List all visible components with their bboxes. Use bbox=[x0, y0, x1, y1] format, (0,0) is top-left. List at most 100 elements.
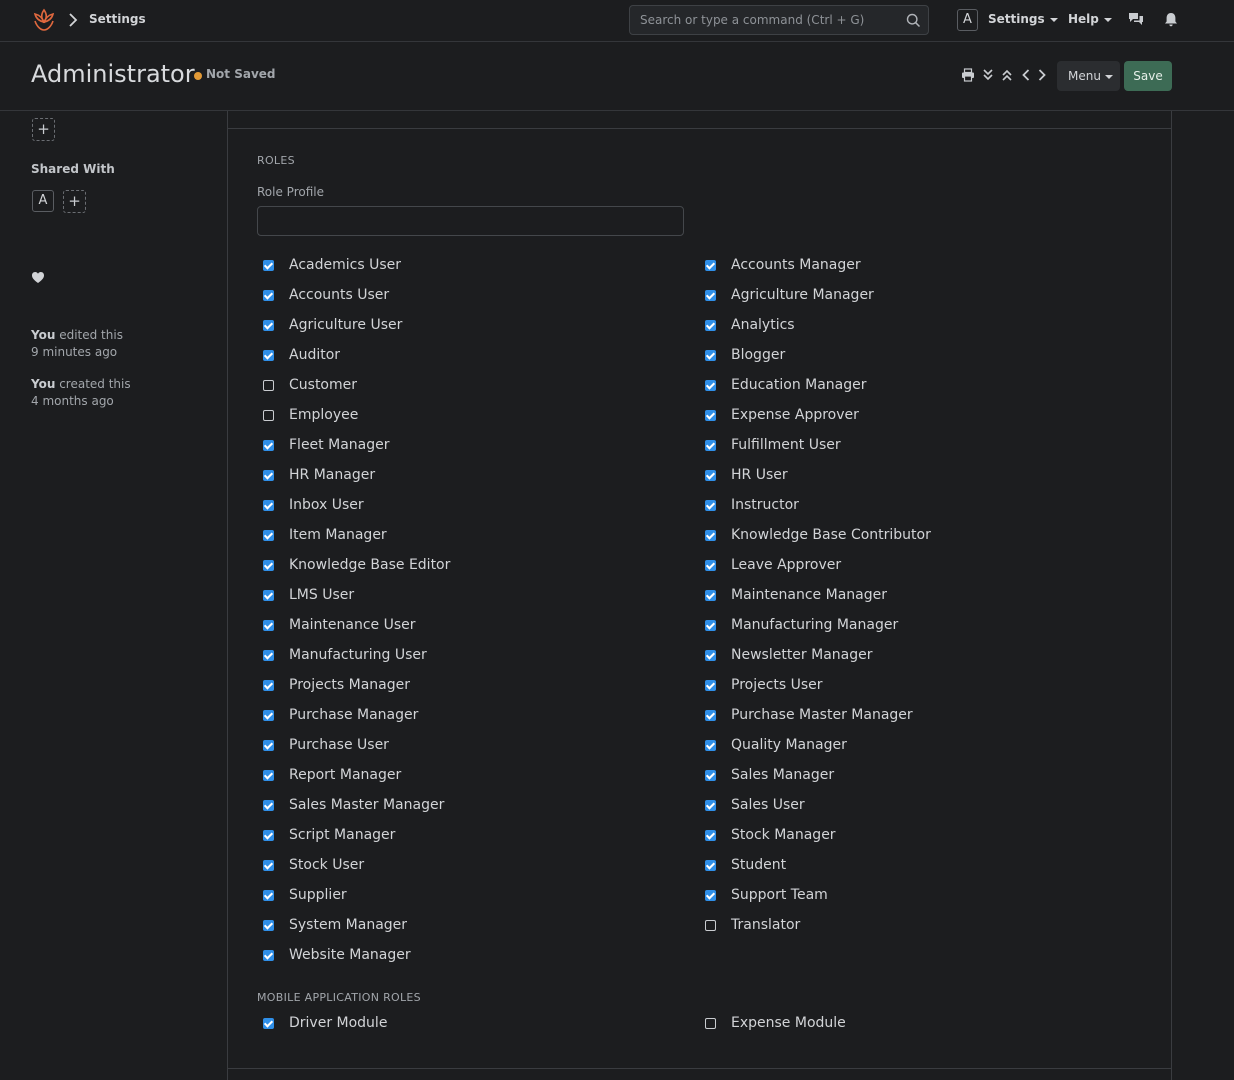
role-checkbox-customer[interactable]: Customer bbox=[263, 375, 357, 395]
role-checkbox-accounts-manager[interactable]: Accounts Manager bbox=[705, 255, 861, 275]
chevron-left-icon[interactable] bbox=[1019, 68, 1033, 82]
checkbox-checked[interactable] bbox=[263, 259, 274, 271]
role-checkbox-system-manager[interactable]: System Manager bbox=[263, 915, 407, 935]
role-checkbox-script-manager[interactable]: Script Manager bbox=[263, 825, 395, 845]
checkbox-checked[interactable] bbox=[263, 589, 274, 601]
role-checkbox-inbox-user[interactable]: Inbox User bbox=[263, 495, 364, 515]
role-checkbox-employee[interactable]: Employee bbox=[263, 405, 358, 425]
role-checkbox-agriculture-user[interactable]: Agriculture User bbox=[263, 315, 402, 335]
checkbox-checked[interactable] bbox=[263, 319, 274, 331]
checkbox-checked[interactable] bbox=[263, 619, 274, 631]
checkbox-unchecked[interactable] bbox=[263, 409, 274, 421]
checkbox-checked[interactable] bbox=[705, 619, 716, 631]
role-checkbox-manufacturing-manager[interactable]: Manufacturing Manager bbox=[705, 615, 898, 635]
role-checkbox-manufacturing-user[interactable]: Manufacturing User bbox=[263, 645, 427, 665]
bell-icon[interactable] bbox=[1164, 12, 1178, 27]
chevron-right-icon[interactable] bbox=[1035, 68, 1049, 82]
checkbox-checked[interactable] bbox=[705, 529, 716, 541]
checkbox-checked[interactable] bbox=[705, 409, 716, 421]
role-profile-input[interactable] bbox=[257, 206, 684, 236]
role-checkbox-student[interactable]: Student bbox=[705, 855, 786, 875]
checkbox-checked[interactable] bbox=[705, 859, 716, 871]
checkbox-checked[interactable] bbox=[705, 649, 716, 661]
role-checkbox-support-team[interactable]: Support Team bbox=[705, 885, 828, 905]
checkbox-checked[interactable] bbox=[705, 439, 716, 451]
role-checkbox-supplier[interactable]: Supplier bbox=[263, 885, 347, 905]
role-checkbox-expense-module[interactable]: Expense Module bbox=[705, 1013, 846, 1033]
role-checkbox-translator[interactable]: Translator bbox=[705, 915, 800, 935]
checkbox-checked[interactable] bbox=[705, 709, 716, 721]
checkbox-unchecked[interactable] bbox=[263, 379, 274, 391]
search-bar[interactable]: Search or type a command (Ctrl + G) bbox=[629, 5, 929, 35]
role-checkbox-leave-approver[interactable]: Leave Approver bbox=[705, 555, 841, 575]
role-checkbox-accounts-user[interactable]: Accounts User bbox=[263, 285, 389, 305]
role-checkbox-fulfillment-user[interactable]: Fulfillment User bbox=[705, 435, 841, 455]
checkbox-checked[interactable] bbox=[705, 769, 716, 781]
role-checkbox-maintenance-manager[interactable]: Maintenance Manager bbox=[705, 585, 887, 605]
checkbox-checked[interactable] bbox=[263, 679, 274, 691]
role-checkbox-expense-approver[interactable]: Expense Approver bbox=[705, 405, 859, 425]
checkbox-checked[interactable] bbox=[263, 829, 274, 841]
role-checkbox-item-manager[interactable]: Item Manager bbox=[263, 525, 387, 545]
double-chevron-down-icon[interactable] bbox=[981, 68, 995, 82]
role-checkbox-stock-user[interactable]: Stock User bbox=[263, 855, 364, 875]
role-checkbox-fleet-manager[interactable]: Fleet Manager bbox=[263, 435, 389, 455]
app-logo-icon[interactable] bbox=[31, 7, 57, 33]
checkbox-checked[interactable] bbox=[263, 799, 274, 811]
checkbox-checked[interactable] bbox=[263, 559, 274, 571]
double-chevron-up-icon[interactable] bbox=[1000, 68, 1014, 82]
role-checkbox-quality-manager[interactable]: Quality Manager bbox=[705, 735, 847, 755]
heart-icon[interactable] bbox=[31, 271, 45, 284]
checkbox-checked[interactable] bbox=[263, 1017, 274, 1029]
checkbox-unchecked[interactable] bbox=[705, 919, 716, 931]
checkbox-checked[interactable] bbox=[263, 769, 274, 781]
role-checkbox-sales-manager[interactable]: Sales Manager bbox=[705, 765, 834, 785]
checkbox-unchecked[interactable] bbox=[705, 1017, 716, 1029]
checkbox-checked[interactable] bbox=[705, 679, 716, 691]
checkbox-checked[interactable] bbox=[705, 319, 716, 331]
checkbox-checked[interactable] bbox=[263, 889, 274, 901]
checkbox-checked[interactable] bbox=[263, 739, 274, 751]
checkbox-checked[interactable] bbox=[705, 559, 716, 571]
role-checkbox-hr-manager[interactable]: HR Manager bbox=[263, 465, 375, 485]
checkbox-checked[interactable] bbox=[705, 799, 716, 811]
add-assignment-button[interactable]: + bbox=[32, 118, 55, 141]
role-checkbox-sales-master-manager[interactable]: Sales Master Manager bbox=[263, 795, 444, 815]
role-checkbox-projects-manager[interactable]: Projects Manager bbox=[263, 675, 410, 695]
role-checkbox-purchase-user[interactable]: Purchase User bbox=[263, 735, 389, 755]
role-checkbox-sales-user[interactable]: Sales User bbox=[705, 795, 805, 815]
role-checkbox-education-manager[interactable]: Education Manager bbox=[705, 375, 867, 395]
checkbox-checked[interactable] bbox=[705, 829, 716, 841]
checkbox-checked[interactable] bbox=[705, 889, 716, 901]
role-checkbox-maintenance-user[interactable]: Maintenance User bbox=[263, 615, 416, 635]
checkbox-checked[interactable] bbox=[263, 859, 274, 871]
checkbox-checked[interactable] bbox=[263, 439, 274, 451]
shared-user-avatar[interactable]: A bbox=[32, 190, 54, 212]
checkbox-checked[interactable] bbox=[263, 709, 274, 721]
chat-icon[interactable] bbox=[1128, 12, 1144, 27]
checkbox-checked[interactable] bbox=[263, 649, 274, 661]
checkbox-checked[interactable] bbox=[705, 469, 716, 481]
role-checkbox-purchase-manager[interactable]: Purchase Manager bbox=[263, 705, 418, 725]
checkbox-checked[interactable] bbox=[705, 379, 716, 391]
breadcrumb-settings[interactable]: Settings bbox=[89, 12, 146, 26]
printer-icon[interactable] bbox=[961, 68, 975, 82]
checkbox-checked[interactable] bbox=[705, 349, 716, 361]
role-checkbox-academics-user[interactable]: Academics User bbox=[263, 255, 401, 275]
role-checkbox-projects-user[interactable]: Projects User bbox=[705, 675, 823, 695]
role-checkbox-blogger[interactable]: Blogger bbox=[705, 345, 785, 365]
checkbox-checked[interactable] bbox=[705, 589, 716, 601]
settings-dropdown[interactable]: Settings bbox=[988, 12, 1058, 26]
checkbox-checked[interactable] bbox=[263, 529, 274, 541]
checkbox-checked[interactable] bbox=[705, 739, 716, 751]
checkbox-checked[interactable] bbox=[705, 289, 716, 301]
checkbox-checked[interactable] bbox=[263, 469, 274, 481]
menu-button[interactable]: Menu bbox=[1057, 61, 1120, 91]
role-checkbox-website-manager[interactable]: Website Manager bbox=[263, 945, 411, 965]
checkbox-checked[interactable] bbox=[263, 349, 274, 361]
role-checkbox-report-manager[interactable]: Report Manager bbox=[263, 765, 401, 785]
role-checkbox-stock-manager[interactable]: Stock Manager bbox=[705, 825, 836, 845]
role-checkbox-instructor[interactable]: Instructor bbox=[705, 495, 799, 515]
search-input[interactable]: Search or type a command (Ctrl + G) bbox=[640, 13, 864, 27]
checkbox-checked[interactable] bbox=[705, 259, 716, 271]
